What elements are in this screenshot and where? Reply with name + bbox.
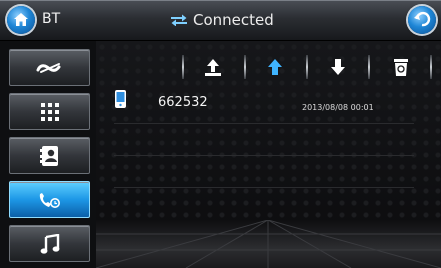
row-divider — [114, 155, 414, 156]
phone-icon — [115, 90, 126, 108]
back-button[interactable] — [408, 6, 436, 34]
music-icon — [40, 233, 59, 254]
home-button[interactable] — [7, 6, 35, 34]
link-icon — [36, 62, 60, 73]
call-log-icon — [39, 192, 60, 208]
sidebar-item-music[interactable] — [9, 225, 90, 262]
up-arrow-icon — [268, 59, 282, 75]
toolbar-divider — [306, 55, 308, 79]
toolbar-divider — [182, 55, 184, 79]
connection-status: Connected — [170, 11, 274, 29]
call-datetime: 2013/08/08 00:01 — [302, 103, 374, 112]
sidebar-item-call-log[interactable] — [9, 181, 90, 218]
bt-screen: BT Connected 662532 2013/08/08 00:01 — [0, 0, 441, 268]
home-icon — [14, 13, 28, 26]
contacts-icon — [39, 145, 58, 166]
delete-button[interactable] — [389, 55, 413, 79]
swap-arrows-icon — [171, 14, 187, 26]
toolbar-divider — [244, 55, 246, 79]
row-divider — [114, 123, 414, 124]
call-log-panel: 662532 2013/08/08 00:01 — [96, 41, 441, 268]
row-divider — [114, 187, 414, 188]
status-text: Connected — [193, 11, 274, 29]
down-arrow-icon — [331, 59, 345, 75]
sidebar-item-connection[interactable] — [9, 49, 90, 86]
page-title: BT — [42, 11, 61, 27]
trash-icon — [394, 59, 408, 76]
toolbar-divider — [430, 55, 432, 79]
upload-button[interactable] — [201, 55, 225, 79]
scroll-down-button[interactable] — [326, 55, 350, 79]
back-arrow-icon — [414, 11, 431, 27]
call-number: 662532 — [158, 95, 208, 110]
floor-lines — [96, 220, 441, 268]
dialpad-icon — [40, 102, 59, 121]
toolbar-divider — [368, 55, 370, 79]
scroll-up-button[interactable] — [263, 55, 287, 79]
header-bar: BT Connected — [0, 0, 441, 41]
sidebar-item-contacts[interactable] — [9, 137, 90, 174]
sidebar-item-dialpad[interactable] — [9, 93, 90, 130]
sidebar — [0, 41, 96, 268]
upload-icon — [205, 59, 221, 76]
